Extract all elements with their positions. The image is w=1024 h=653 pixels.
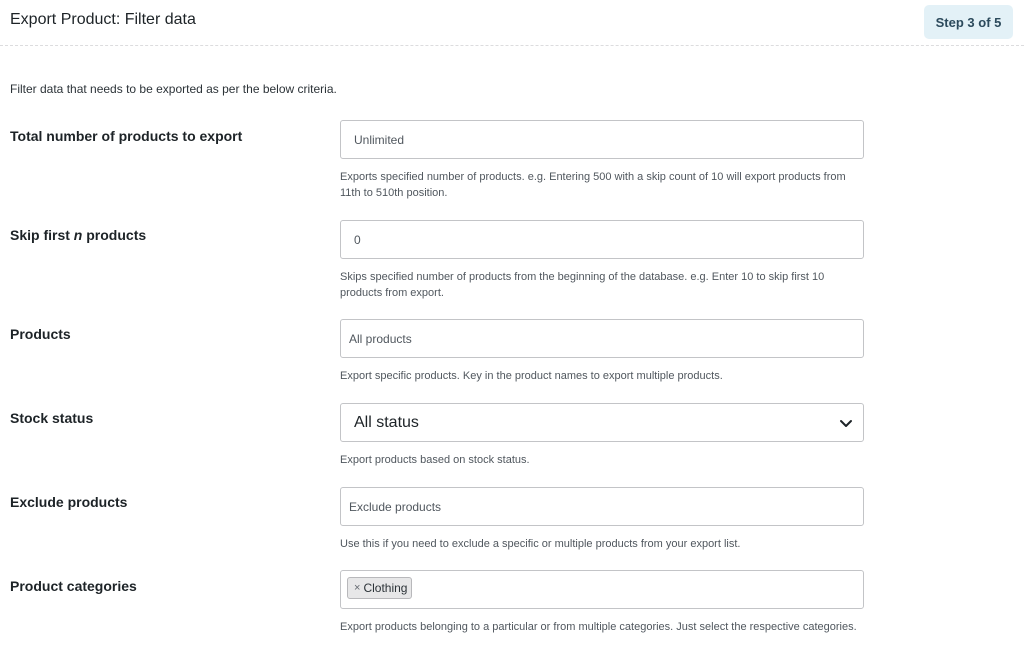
total-products-input[interactable]: [341, 121, 863, 158]
stock-status-help: Export products based on stock status.: [340, 454, 530, 466]
skip-products-label: Skip first n products: [10, 227, 146, 243]
intro-text: Filter data that needs to be exported as…: [10, 82, 337, 96]
skip-products-help: Skips specified number of products from …: [340, 271, 825, 299]
products-help: Export specific products. Key in the pro…: [340, 370, 723, 382]
product-categories-help: Export products belonging to a particula…: [340, 621, 857, 633]
skip-products-input[interactable]: [341, 221, 863, 258]
total-products-field: [340, 120, 864, 159]
chevron-down-icon: [839, 416, 853, 430]
exclude-products-label: Exclude products: [10, 494, 128, 510]
category-tag-clothing: × Clothing: [347, 577, 413, 599]
close-icon[interactable]: ×: [354, 582, 360, 594]
skip-label-prefix: Skip first: [10, 227, 70, 243]
category-tag-label: Clothing: [363, 581, 408, 595]
products-field: [340, 319, 864, 358]
skip-products-field: [340, 220, 864, 259]
page-title: Export Product: Filter data: [10, 11, 196, 28]
total-products-label: Total number of products to export: [10, 128, 243, 144]
skip-label-variable: n: [73, 227, 83, 243]
exclude-products-help: Use this if you need to exclude a specif…: [340, 538, 741, 550]
exclude-products-input[interactable]: [341, 488, 863, 525]
stock-status-select[interactable]: All status: [340, 403, 864, 442]
exclude-products-field: [340, 487, 864, 526]
products-search-input[interactable]: [341, 320, 863, 357]
product-categories-label: Product categories: [10, 578, 137, 594]
stock-status-value: All status: [354, 413, 419, 431]
product-categories-field[interactable]: × Clothing: [340, 570, 864, 609]
page-header: Export Product: Filter data Step 3 of 5: [0, 0, 1024, 46]
total-products-help: Exports specified number of products. e.…: [340, 171, 846, 199]
stock-status-label: Stock status: [10, 410, 94, 426]
skip-label-suffix: products: [86, 227, 147, 243]
products-label: Products: [10, 326, 71, 342]
step-badge: Step 3 of 5: [924, 5, 1013, 39]
